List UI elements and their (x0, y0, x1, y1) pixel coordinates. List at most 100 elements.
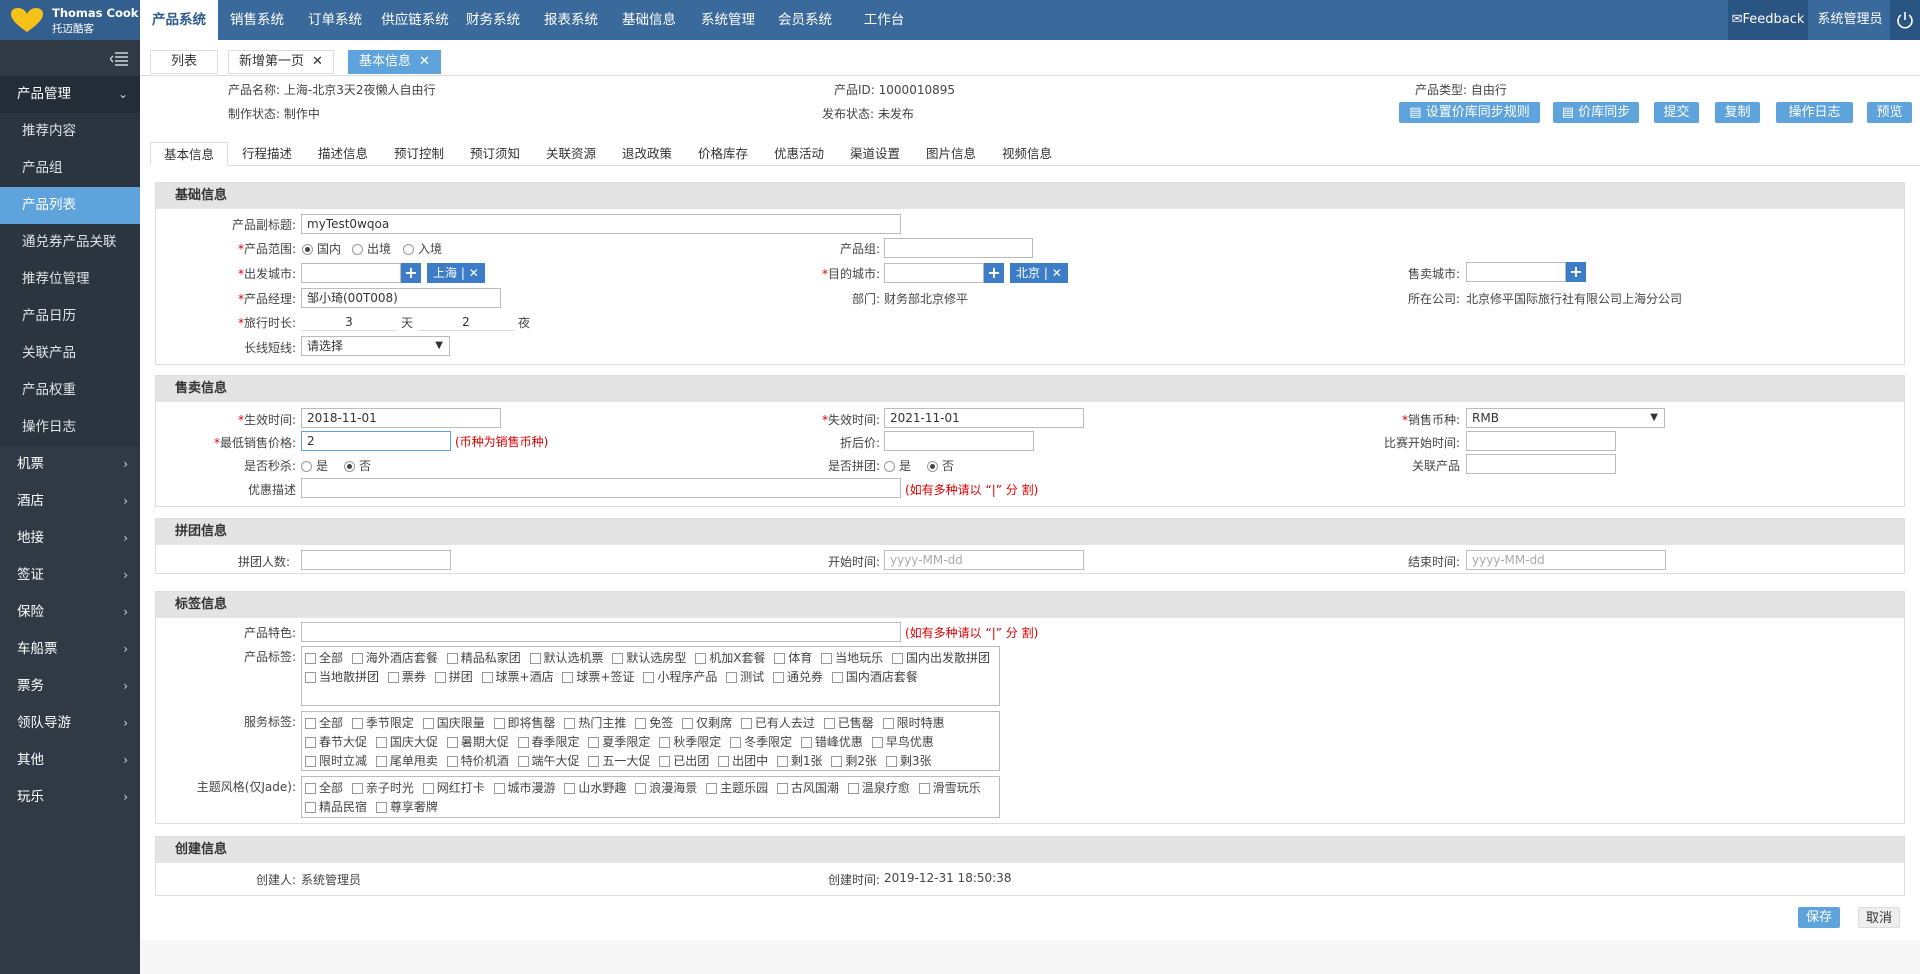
tag-checkbox[interactable]: 五一大促 (588, 752, 650, 771)
tag-checkbox[interactable]: 当地玩乐 (821, 649, 883, 668)
sidebar-item-other[interactable]: 其他 › (0, 742, 140, 779)
sidebar-item-ticket[interactable]: 票务 › (0, 668, 140, 705)
tag-checkbox[interactable]: 国庆大促 (375, 733, 438, 752)
manager-input[interactable]: 邹小琦(00T008) (301, 288, 501, 308)
power-button[interactable] (1890, 0, 1920, 40)
tag-checkbox[interactable]: 全部 (305, 714, 343, 733)
tag-checkbox[interactable]: 浪漫海景 (635, 779, 697, 798)
subtab-refund-policy[interactable]: 退改政策 (612, 142, 682, 166)
tag-checkbox[interactable]: 免签 (635, 714, 673, 733)
subtitle-input[interactable]: myTest0wqoa (301, 214, 901, 234)
preview-button[interactable]: 预览 (1867, 102, 1912, 123)
tag-checkbox[interactable]: 小程序产品 (643, 668, 717, 687)
expire-time-input[interactable]: 2021-11-01 (884, 408, 1084, 428)
subtab-price-inventory[interactable]: 价格库存 (688, 142, 758, 166)
sidebar-item-product-weight[interactable]: 产品权重 (0, 372, 140, 409)
scope-domestic-radio[interactable]: 国内 (302, 240, 341, 257)
tag-checkbox[interactable]: 精品私家团 (446, 649, 521, 668)
tab-basic-info[interactable]: 基本信息 ✕ (348, 50, 441, 74)
tag-checkbox[interactable]: 机加X套餐 (695, 649, 765, 668)
dest-city-input[interactable] (884, 263, 984, 283)
tag-checkbox[interactable]: 山水野趣 (564, 779, 626, 798)
subtab-channel[interactable]: 渠道设置 (840, 142, 910, 166)
sidebar-item-product-calendar[interactable]: 产品日历 (0, 298, 140, 335)
feature-input[interactable] (301, 622, 901, 642)
sidebar-item-product-list[interactable]: 产品列表 (0, 187, 140, 224)
tag-checkbox[interactable]: 秋季限定 (659, 733, 721, 752)
currency-select[interactable]: RMB ▼ (1466, 408, 1665, 428)
tag-checkbox[interactable]: 限时特惠 (882, 714, 945, 733)
subtab-itinerary[interactable]: 行程描述 (232, 142, 302, 166)
sidebar-item-recommend-slot[interactable]: 推荐位管理 (0, 261, 140, 298)
tag-checkbox[interactable]: 国内出发散拼团 (891, 651, 990, 665)
tag-checkbox[interactable]: 即将售罄 (493, 714, 556, 733)
tag-checkbox[interactable]: 端午大促 (517, 752, 580, 771)
tag-checkbox[interactable]: 默认选房型 (612, 649, 686, 668)
scope-inbound-radio[interactable]: 入境 (403, 240, 442, 257)
sidebar-item-flight[interactable]: 机票 › (0, 446, 140, 483)
compare-start-input[interactable] (1466, 431, 1616, 451)
sidebar-item-related-product[interactable]: 关联产品 (0, 335, 140, 372)
group-buy-no-radio[interactable]: 否 (927, 457, 954, 474)
sidebar-item-visa[interactable]: 签证 › (0, 557, 140, 594)
seckill-no-radio[interactable]: 否 (344, 457, 371, 474)
nav-finance-system[interactable]: 财务系统 (458, 0, 528, 40)
tag-checkbox[interactable]: 特价机酒 (446, 752, 509, 771)
depart-city-input[interactable] (301, 263, 401, 283)
nav-order-system[interactable]: 订单系统 (300, 0, 370, 40)
tag-checkbox[interactable]: 球票+酒店 (481, 668, 554, 687)
nav-product-system[interactable]: 产品系统 (140, 0, 218, 40)
feedback-button[interactable]: ✉Feedback (1728, 0, 1808, 40)
nav-basic-info[interactable]: 基础信息 (616, 0, 682, 40)
sidebar-item-guide[interactable]: 领队导游 › (0, 705, 140, 742)
tag-checkbox[interactable]: 尾单甩卖 (375, 752, 438, 771)
sidebar-item-recommend-content[interactable]: 推荐内容 (0, 113, 140, 150)
nav-supply-chain-system[interactable]: 供应链系统 (374, 0, 456, 40)
sidebar-item-local[interactable]: 地接 › (0, 520, 140, 557)
sidebar-group-product-management[interactable]: 产品管理 ⌄ (0, 76, 140, 113)
group-end-input[interactable]: yyyy-MM-dd (1466, 550, 1666, 570)
tag-checkbox[interactable]: 剩1张 (776, 752, 823, 771)
depart-city-chip[interactable]: 上海 | ✕ (427, 263, 485, 283)
save-button[interactable]: 保存 (1798, 907, 1840, 928)
tag-checkbox[interactable]: 温泉疗愈 (847, 779, 910, 798)
add-sale-city-button[interactable]: + (1566, 262, 1586, 282)
submit-button[interactable]: 提交 (1654, 102, 1699, 123)
tag-checkbox[interactable]: 票券 (387, 668, 426, 687)
sidebar-item-transport[interactable]: 车船票 › (0, 631, 140, 668)
tag-checkbox[interactable]: 滑雪玩乐 (918, 781, 981, 795)
tag-checkbox[interactable]: 剩3张 (885, 752, 931, 771)
copy-button[interactable]: 复制 (1715, 102, 1760, 123)
min-price-input[interactable]: 2 (301, 431, 451, 451)
tag-checkbox[interactable]: 亲子时光 (351, 779, 414, 798)
tag-checkbox[interactable]: 早鸟优惠 (871, 733, 934, 752)
tag-checkbox[interactable]: 已有人去过 (740, 714, 815, 733)
tag-checkbox[interactable]: 通兑券 (773, 668, 823, 687)
subtab-promotion[interactable]: 优惠活动 (764, 142, 834, 166)
tag-checkbox[interactable]: 全部 (305, 779, 343, 798)
nav-member-system[interactable]: 会员系统 (770, 0, 840, 40)
tag-checkbox[interactable]: 限时立减 (305, 752, 367, 771)
tab-new-first-page[interactable]: 新增第一页 ✕ (228, 50, 334, 74)
subtab-basic-info[interactable]: 基本信息 (150, 142, 228, 166)
group-size-input[interactable] (301, 550, 451, 570)
sidebar-item-play[interactable]: 玩乐 › (0, 779, 140, 816)
subtab-image[interactable]: 图片信息 (916, 142, 986, 166)
subtab-description[interactable]: 描述信息 (308, 142, 378, 166)
sidebar-item-voucher-link[interactable]: 通兑券产品关联 (0, 224, 140, 261)
tag-checkbox[interactable]: 体育 (774, 649, 812, 668)
tag-checkbox[interactable]: 出团中 (718, 752, 768, 771)
tag-checkbox[interactable]: 季节限定 (351, 714, 414, 733)
tag-checkbox[interactable]: 春季限定 (517, 733, 580, 752)
subtab-booking-notice[interactable]: 预订须知 (460, 142, 530, 166)
tag-checkbox[interactable]: 国庆限量 (422, 714, 485, 733)
tag-checkbox[interactable]: 已出团 (659, 752, 709, 771)
subtab-booking-control[interactable]: 预订控制 (384, 142, 454, 166)
tag-checkbox[interactable]: 冬季限定 (730, 733, 792, 752)
tag-checkbox[interactable]: 古风国潮 (776, 779, 839, 798)
close-icon[interactable]: ✕ (419, 54, 430, 69)
scope-outbound-radio[interactable]: 出境 (352, 240, 391, 257)
sidebar-item-product-group[interactable]: 产品组 (0, 150, 140, 187)
tag-checkbox[interactable]: 夏季限定 (588, 733, 650, 752)
add-depart-city-button[interactable]: + (401, 263, 421, 283)
